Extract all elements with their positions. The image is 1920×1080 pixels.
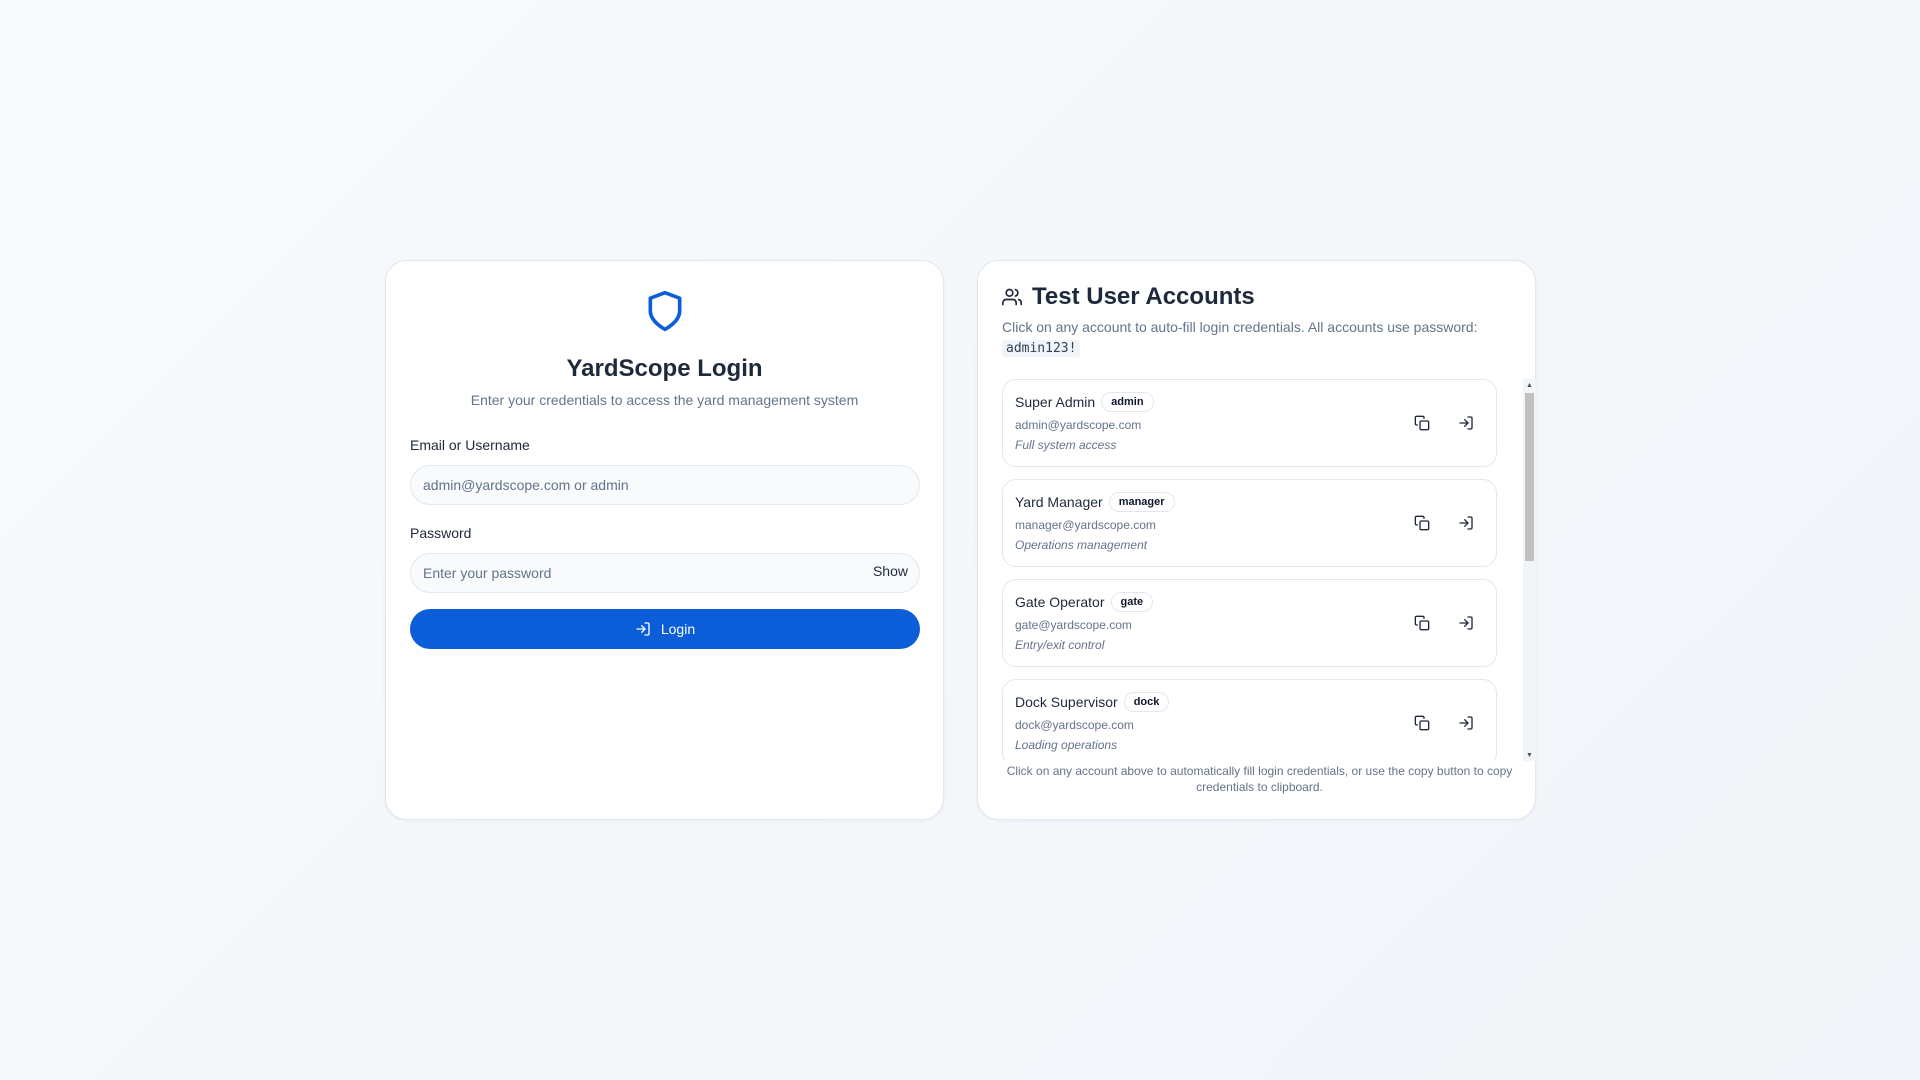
accounts-footer: Click on any account above to automatica… <box>1006 764 1513 794</box>
account-item-super-admin[interactable]: Super Admin admin admin@yardscope.com Fu… <box>1002 379 1497 467</box>
account-email: admin@yardscope.com <box>1015 418 1142 432</box>
copy-icon <box>1414 715 1430 731</box>
accounts-description-text: Click on any account to auto-fill login … <box>1002 319 1478 335</box>
role-badge: gate <box>1110 592 1154 612</box>
accounts-list: Super Admin admin admin@yardscope.com Fu… <box>1002 379 1522 761</box>
copy-icon <box>1414 415 1430 431</box>
role-badge: dock <box>1123 692 1170 712</box>
show-password-toggle[interactable]: Show <box>873 563 908 579</box>
password-input[interactable] <box>410 553 920 593</box>
account-email: gate@yardscope.com <box>1015 618 1132 632</box>
password-label: Password <box>410 525 472 541</box>
account-description: Entry/exit control <box>1015 638 1105 652</box>
password-code: admin123! <box>1002 340 1081 357</box>
email-label: Email or Username <box>410 437 530 453</box>
scroll-thumb[interactable] <box>1525 393 1534 561</box>
copy-icon <box>1414 515 1430 531</box>
account-email: dock@yardscope.com <box>1015 718 1134 732</box>
account-email: manager@yardscope.com <box>1015 518 1156 532</box>
accounts-header: Test User Accounts <box>1002 283 1255 311</box>
account-description: Full system access <box>1015 438 1117 452</box>
copy-icon <box>1414 615 1430 631</box>
accounts-scrollbar[interactable]: ▲ ▼ <box>1523 379 1536 761</box>
scroll-up-arrow-icon[interactable]: ▲ <box>1523 379 1536 391</box>
shield-icon <box>648 290 681 332</box>
accounts-title: Test User Accounts <box>1032 283 1255 310</box>
scroll-down-arrow-icon[interactable]: ▼ <box>1523 749 1536 761</box>
account-description: Loading operations <box>1015 738 1118 752</box>
copy-button[interactable] <box>1408 409 1436 437</box>
accounts-description: Click on any account to auto-fill login … <box>1002 317 1502 359</box>
copy-button[interactable] <box>1408 709 1436 737</box>
account-item-gate-operator[interactable]: Gate Operator gate gate@yardscope.com En… <box>1002 579 1497 667</box>
account-description: Operations management <box>1015 538 1148 552</box>
test-accounts-card: Test User Accounts Click on any account … <box>977 260 1536 820</box>
log-in-icon <box>636 622 650 636</box>
users-icon <box>1002 288 1022 306</box>
account-item-dock-supervisor[interactable]: Dock Supervisor dock dock@yardscope.com … <box>1002 679 1497 761</box>
quick-login-button[interactable] <box>1452 609 1480 637</box>
log-in-icon <box>1459 516 1473 530</box>
copy-button[interactable] <box>1408 609 1436 637</box>
login-subtitle: Enter your credentials to access the yar… <box>470 392 859 408</box>
account-name: Dock Supervisor <box>1015 694 1118 710</box>
account-item-yard-manager[interactable]: Yard Manager manager manager@yardscope.c… <box>1002 479 1497 567</box>
log-in-icon <box>1459 416 1473 430</box>
log-in-icon <box>1459 616 1473 630</box>
email-input[interactable] <box>410 465 920 505</box>
role-badge: manager <box>1108 492 1175 512</box>
logo <box>386 287 943 340</box>
quick-login-button[interactable] <box>1452 709 1480 737</box>
account-name: Super Admin <box>1015 394 1096 410</box>
login-card: YardScope Login Enter your credentials t… <box>385 260 944 820</box>
role-badge: admin <box>1101 392 1154 412</box>
quick-login-button[interactable] <box>1452 409 1480 437</box>
copy-button[interactable] <box>1408 509 1436 537</box>
login-title: YardScope Login <box>566 355 763 382</box>
account-name: Gate Operator <box>1015 594 1105 610</box>
quick-login-button[interactable] <box>1452 509 1480 537</box>
account-name: Yard Manager <box>1015 494 1103 510</box>
login-button[interactable]: Login <box>410 609 920 649</box>
login-button-label: Login <box>660 621 696 637</box>
log-in-icon <box>1459 716 1473 730</box>
